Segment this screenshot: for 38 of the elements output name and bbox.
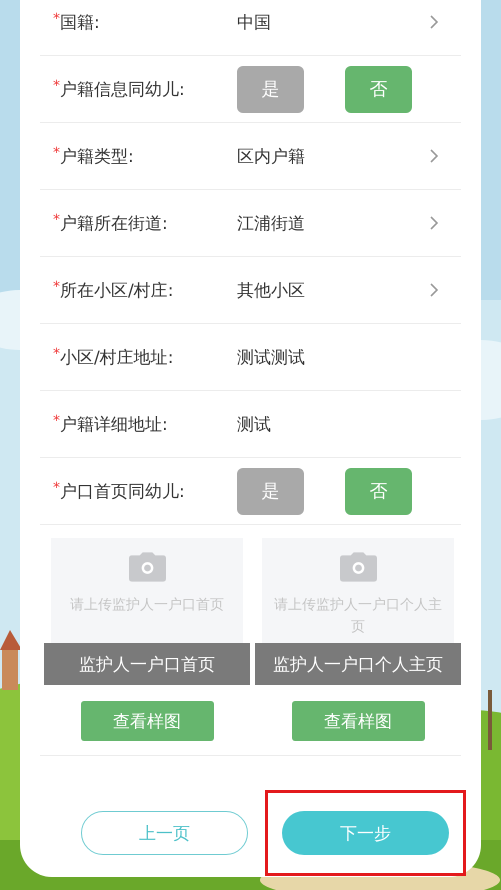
field-label: *户籍所在街道: [52,212,169,234]
field-label: *户籍类型: [52,144,135,168]
option-button[interactable]: 否 [345,468,412,514]
chevron-right-icon [429,215,439,231]
option-button[interactable]: 是 [237,66,304,112]
required-mark: * [53,412,60,430]
required-mark: * [53,278,60,296]
required-mark: * [53,346,60,364]
field-label: *户籍详细地址: [52,412,169,436]
select-value[interactable]: 江浦街道 [237,212,429,234]
chevron-right-icon [429,148,439,164]
field-label: *国籍: [52,10,101,34]
view-sample-button[interactable]: 查看样图 [80,701,214,741]
required-mark: * [53,144,60,162]
field-value[interactable]: 测试测试 [237,346,461,368]
chevron-right-icon [429,282,439,298]
camera-icon [128,552,166,582]
select-value[interactable]: 区内户籍 [237,144,429,168]
camera-icon [340,552,376,582]
option-button[interactable]: 是 [237,468,304,514]
upload-caption: 监护人一户口首页 [44,643,250,685]
required-mark: * [53,10,60,28]
option-button[interactable]: 否 [345,66,412,112]
field-label: *所在小区/村庄: [52,278,174,302]
field-label: *户籍信息同幼儿: [52,78,186,100]
field-label: *小区/村庄地址: [52,346,174,368]
back-button[interactable]: 上一页 [81,811,248,855]
field-value[interactable]: 测试 [237,412,461,436]
select-value[interactable]: 其他小区 [237,278,429,302]
chevron-right-icon [429,14,439,30]
select-value[interactable]: 中国 [237,10,429,34]
required-mark: * [53,78,60,96]
view-sample-button[interactable]: 查看样图 [292,701,424,741]
next-button[interactable]: 下一步 [282,811,449,855]
required-mark: * [53,480,60,498]
upload-caption: 监护人一户口个人主页 [255,643,461,685]
required-mark: * [53,212,60,230]
field-label: *户口首页同幼儿: [52,480,186,502]
